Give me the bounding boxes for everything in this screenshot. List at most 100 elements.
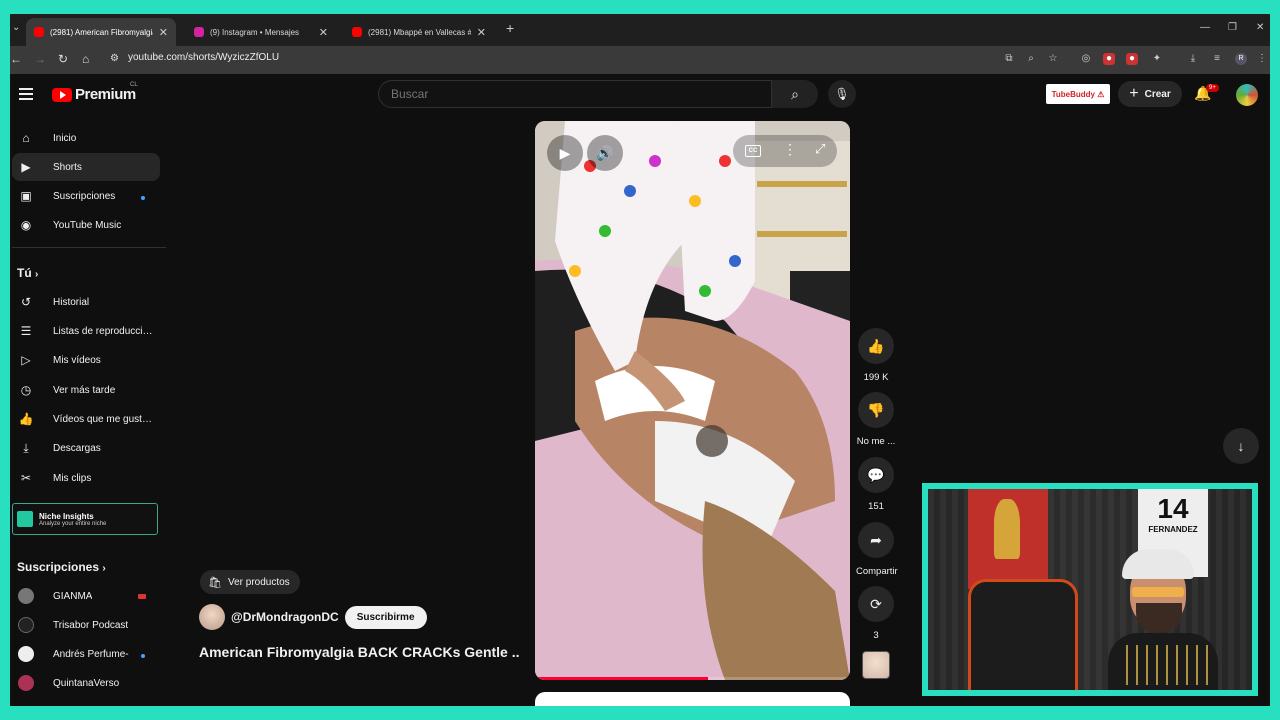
sidebar-item-my-videos[interactable]: ▷ Mis vídeos [10, 346, 158, 374]
avatar [18, 588, 34, 604]
sidebar-you-heading[interactable]: Tú › [17, 266, 38, 280]
fullscreen-icon[interactable]: ⤢ [815, 141, 825, 157]
tubebuddy-button[interactable]: TubeBuddy ⚠ [1046, 84, 1110, 104]
home-icon[interactable]: ⌂ [82, 52, 89, 66]
sidebar-item-downloads[interactable]: ⤓ Descargas [10, 434, 158, 462]
arrow-down-icon: ↓ [1237, 438, 1245, 454]
sidebar-item-suscripciones[interactable]: ▣ Suscripciones [10, 182, 158, 210]
new-tab-icon[interactable]: + [506, 20, 514, 36]
sidebar-sub-gianma[interactable]: GIANMA [10, 582, 158, 610]
sidebar-item-liked[interactable]: 👍 Vídeos que me gustan [10, 405, 158, 433]
extension-icon[interactable]: ◎ [1080, 53, 1092, 65]
puzzle-icon[interactable]: ✦ [1151, 53, 1163, 65]
url-field[interactable]: youtube.com/shorts/WyziczZfOLU [128, 52, 279, 63]
volume-icon: 🔊 [596, 144, 614, 161]
close-window-icon[interactable]: ✕ [1256, 22, 1264, 33]
video-title[interactable]: American Fibromyalgia BACK CRACKs Gentle… [199, 644, 519, 660]
extension-red2-icon[interactable]: ● [1126, 53, 1138, 65]
sidebar-item-playlists[interactable]: ☰ Listas de reproducción [10, 317, 158, 345]
voice-search-button[interactable]: 🎙 [828, 80, 856, 108]
extension-red-icon[interactable]: ● [1103, 53, 1115, 65]
minimize-icon[interactable]: — [1200, 22, 1210, 33]
like-icon: 👍 [18, 412, 34, 426]
back-icon[interactable]: ← [10, 52, 22, 66]
close-tab-icon[interactable]: ✕ [319, 26, 328, 39]
dislike-action[interactable]: 👎 No me ... [856, 392, 896, 447]
remix-action[interactable]: ⟳ 3 [856, 586, 896, 641]
sidebar-item-watch-later[interactable]: ◷ Ver más tarde [10, 376, 158, 404]
tab-search-icon[interactable]: ⌄ [12, 22, 20, 33]
video-progress-bar[interactable] [535, 677, 850, 680]
close-tab-icon[interactable]: ✕ [477, 26, 486, 39]
tab-mbappe[interactable]: (2981) Mbappé en Vallecas #El ✕ [344, 18, 494, 46]
sidebar-sub-quintanaverso[interactable]: QuintanaVerso [10, 669, 158, 697]
like-action[interactable]: 👍 199 K [856, 328, 896, 383]
search-box [378, 80, 772, 108]
gaming-chair [968, 579, 1078, 690]
like-icon[interactable]: 👍 [858, 328, 894, 364]
youtube-play-icon [52, 87, 72, 102]
sidebar-item-clips[interactable]: ✂ Mis clips [10, 464, 158, 492]
hamburger-menu-icon[interactable] [19, 88, 33, 103]
avatar [18, 646, 34, 662]
maximize-icon[interactable]: ❐ [1228, 22, 1237, 33]
subscribe-button[interactable]: Suscribirme [344, 605, 427, 629]
new-content-dot [141, 654, 145, 658]
sidebar-sub-andres[interactable]: Andrés Perfume- [10, 640, 158, 668]
sidebar-sub-trisabor[interactable]: Trisabor Podcast [10, 611, 158, 639]
close-tab-icon[interactable]: ✕ [159, 26, 168, 39]
captions-icon[interactable]: CC [745, 145, 761, 157]
comments-action[interactable]: 💬 151 [856, 457, 896, 512]
sidebar-divider [12, 247, 166, 248]
channel-avatar[interactable] [199, 604, 225, 630]
search-button[interactable]: ⌕ [772, 80, 818, 108]
comment-icon[interactable]: 💬 [858, 457, 894, 493]
remix-icon[interactable]: ⟳ [858, 586, 894, 622]
chevron-right-icon: › [102, 563, 106, 574]
video-frame-image [535, 121, 850, 680]
next-video-button[interactable]: ↓ [1223, 428, 1259, 464]
niche-insights-button[interactable]: Niche Insights Analyze your entire niche [12, 503, 158, 535]
share-icon[interactable]: ➦ [858, 522, 894, 558]
live-icon [138, 594, 146, 599]
sidebar-item-shorts[interactable]: ▶ Shorts [12, 153, 160, 181]
share-action[interactable]: ➦ Compartir [856, 522, 898, 577]
tab-instagram[interactable]: (9) Instagram • Mensajes ✕ [186, 18, 336, 46]
sidebar-subs-heading[interactable]: Suscripciones › [17, 560, 106, 574]
youtube-favicon-icon [34, 27, 44, 37]
install-icon[interactable]: ⧉ [1003, 53, 1015, 65]
sidebar-item-historial[interactable]: ↺ Historial [10, 288, 158, 316]
tab-youtube-short[interactable]: (2981) American Fibromyalgia BACK CRACKs… [26, 18, 176, 46]
volume-button[interactable]: 🔊 [587, 135, 623, 171]
youtube-favicon-icon [352, 27, 362, 37]
play-button[interactable]: ▶ [547, 135, 583, 171]
site-info-icon[interactable]: ⚙ [110, 53, 119, 64]
media-icon[interactable]: ≡ [1211, 53, 1223, 65]
forward-icon[interactable]: → [34, 52, 46, 66]
reload-icon[interactable]: ↻ [58, 52, 68, 66]
youtube-logo[interactable]: Premium CL [52, 82, 138, 103]
search-input[interactable] [379, 81, 771, 107]
channel-name[interactable]: @DrMondragonDC [231, 610, 339, 624]
subscriptions-icon: ▣ [20, 189, 32, 203]
sound-thumbnail[interactable] [862, 651, 890, 679]
menu-icon[interactable]: ⋮ [1256, 53, 1268, 65]
create-button[interactable]: + Crear [1118, 81, 1182, 107]
profile-icon[interactable]: R [1235, 53, 1247, 65]
sidebar-item-music[interactable]: ◉ YouTube Music [10, 211, 158, 239]
webcam-feed: 14 FERNANDEZ [928, 489, 1252, 690]
instagram-favicon-icon [194, 27, 204, 37]
shorts-video-player[interactable]: ▶ 🔊 CC ⋮ ⤢ [535, 121, 850, 680]
sidebar-item-inicio[interactable]: ⌂ Inicio [10, 124, 158, 152]
zoom-icon[interactable]: ⌕ [1025, 53, 1037, 65]
view-products-button[interactable]: 🛍 Ver productos [200, 570, 300, 594]
bookmark-star-icon[interactable]: ☆ [1047, 53, 1059, 65]
account-avatar[interactable] [1236, 84, 1258, 106]
more-options-icon[interactable]: ⋮ [783, 141, 797, 158]
download-icon[interactable]: ⤓ [1187, 53, 1199, 65]
music-icon: ◉ [20, 218, 32, 232]
dislike-icon[interactable]: 👎 [858, 392, 894, 428]
home-icon: ⌂ [22, 131, 30, 145]
next-short-preview[interactable] [535, 692, 850, 706]
avatar [18, 675, 34, 691]
